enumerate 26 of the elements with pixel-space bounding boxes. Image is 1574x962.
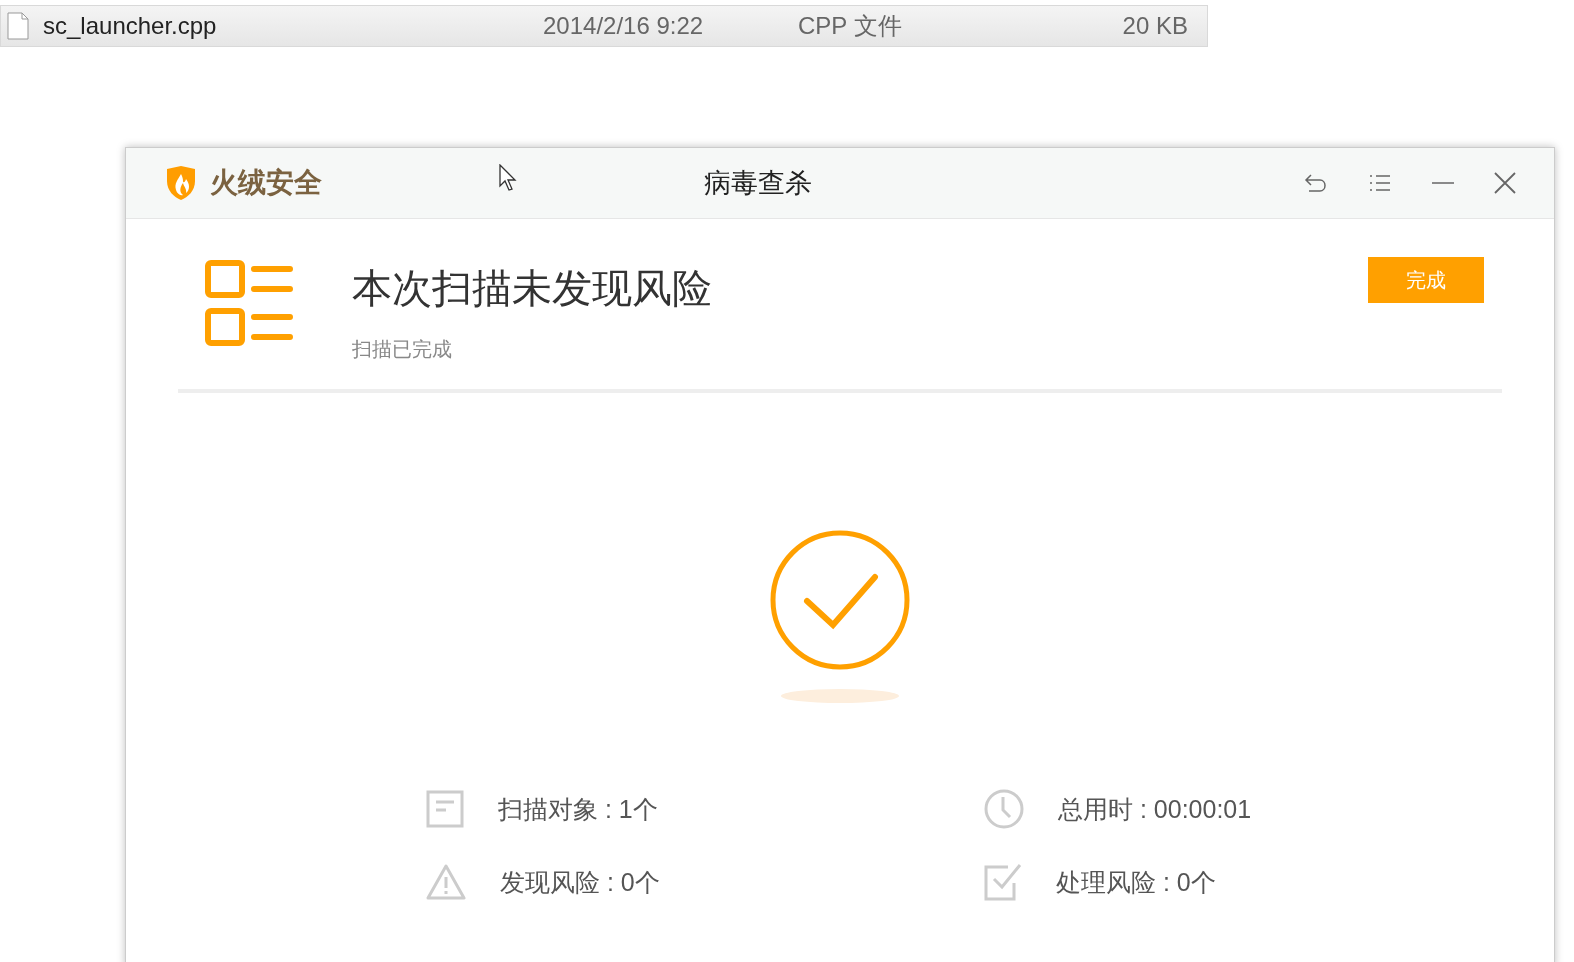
file-icon (7, 12, 29, 40)
result-subtitle: 扫描已完成 (352, 337, 453, 362)
file-date: 2014/2/16 9:22 (543, 12, 705, 40)
stat-text: 扫描对象 : 1个 (498, 793, 658, 825)
close-icon[interactable] (1494, 172, 1516, 194)
file-type: CPP 文件 (798, 11, 903, 41)
warning-icon (426, 864, 466, 900)
menu-icon[interactable] (1368, 173, 1392, 193)
minimize-icon[interactable] (1432, 181, 1454, 185)
stat-text: 处理风险 : 0个 (1056, 866, 1216, 898)
mouse-cursor-icon (499, 164, 519, 192)
file-list-row[interactable]: sc_launcher.cpp 2014/2/16 9:22 CPP 文件 20 KB (0, 5, 1208, 47)
shield-flame-icon (164, 165, 198, 201)
undo-icon[interactable] (1304, 172, 1328, 194)
clock-icon (984, 789, 1024, 829)
brand-name: 火绒安全 (210, 166, 322, 200)
document-icon (426, 790, 464, 828)
stat-text: 发现风险 : 0个 (500, 866, 660, 898)
file-name: sc_launcher.cpp (43, 12, 218, 40)
window-title: 病毒查杀 (704, 167, 813, 200)
checkmark-circle-icon (769, 529, 911, 703)
result-heading: 本次扫描未发现风险 (352, 265, 712, 312)
stat-text: 总用时 : 00:00:01 (1058, 793, 1252, 825)
checkbox-icon (984, 863, 1022, 901)
file-size: 20 KB (1121, 12, 1188, 40)
list-icon (204, 259, 296, 349)
